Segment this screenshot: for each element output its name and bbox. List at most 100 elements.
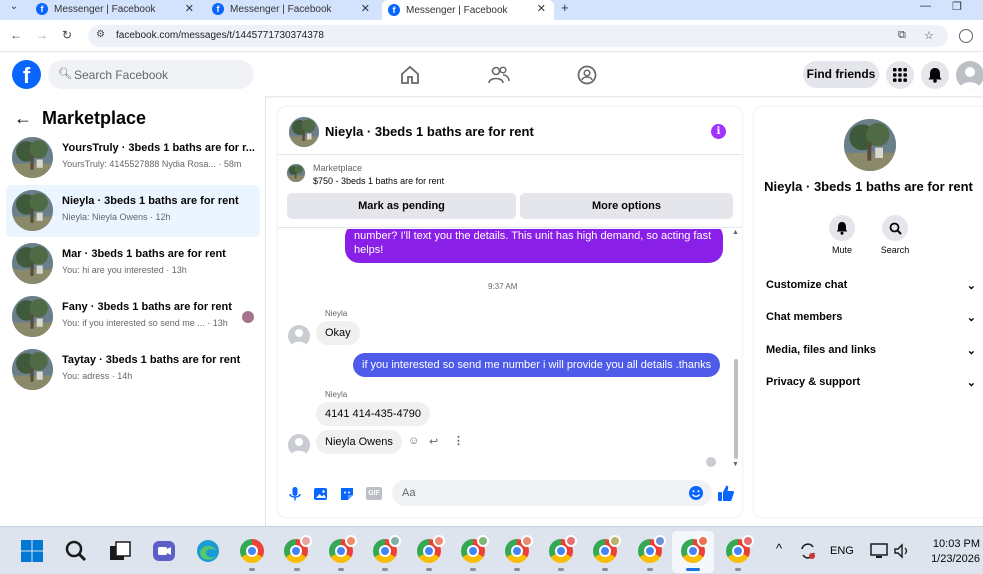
menu-grid-button[interactable] xyxy=(886,61,914,89)
volume-speaker-icon[interactable] xyxy=(893,542,911,560)
scrollbar-thumb[interactable] xyxy=(734,359,738,459)
facebook-search-box[interactable]: 🔍︎ xyxy=(48,60,254,89)
chrome-browser-icon[interactable] xyxy=(240,539,264,563)
scroll-up-icon[interactable]: ▲ xyxy=(732,229,739,236)
gif-icon[interactable]: GIF xyxy=(366,487,382,500)
new-tab-plus-icon[interactable]: + xyxy=(561,0,569,15)
media-files-links-section[interactable]: Media, files and links ⌄ xyxy=(766,344,976,364)
message-scrollbar[interactable]: ▲ ▼ xyxy=(732,229,740,473)
chrome-profile-icon[interactable] xyxy=(329,535,357,563)
chrome-profile-icon[interactable] xyxy=(373,535,401,563)
reload-icon[interactable]: ↻ xyxy=(62,28,72,42)
conversation-item[interactable]: YoursTruly · 3beds 1 baths are for r... … xyxy=(6,132,260,184)
chrome-profile-icon-active[interactable] xyxy=(681,535,709,563)
chat-header-avatar[interactable] xyxy=(289,117,319,147)
back-arrow-icon[interactable]: ← xyxy=(14,108,32,129)
listing-thumbnail[interactable] xyxy=(287,164,305,182)
facebook-search-input[interactable] xyxy=(74,66,244,83)
mark-as-pending-button[interactable]: Mark as pending xyxy=(287,193,516,219)
profile-avatar[interactable] xyxy=(956,61,983,89)
browser-tab-3-active[interactable]: f Messenger | Facebook ✕ xyxy=(382,0,554,20)
chevron-down-icon: ⌄ xyxy=(966,312,976,324)
forward-arrow-icon[interactable]: → xyxy=(36,28,48,42)
home-icon[interactable] xyxy=(399,65,421,85)
conversation-item-active[interactable]: Nieyla · 3beds 1 baths are for rent Niey… xyxy=(6,185,260,237)
close-tab-icon[interactable]: ✕ xyxy=(185,2,194,15)
conversation-item[interactable]: Mar · 3beds 1 baths are for rent You: hi… xyxy=(6,238,260,290)
incoming-message-bubble[interactable]: 4141 414-435-4790 xyxy=(316,402,431,426)
bookmark-star-icon[interactable]: ☆ xyxy=(924,29,934,42)
more-options-button[interactable]: More options xyxy=(520,193,733,219)
minimize-window-icon[interactable]: — xyxy=(920,0,931,12)
monitor-network-icon[interactable] xyxy=(870,542,888,560)
chat-title[interactable]: Nieyla · 3beds 1 baths are for rent xyxy=(325,124,534,139)
edge-browser-icon[interactable] xyxy=(196,539,220,563)
incoming-message-bubble[interactable]: Nieyla Owens xyxy=(316,430,402,454)
person-silhouette-icon xyxy=(960,67,980,89)
search-icon[interactable] xyxy=(64,539,88,563)
close-tab-icon[interactable]: ✕ xyxy=(537,2,546,15)
photo-gallery-icon[interactable] xyxy=(313,486,329,502)
sync-icon[interactable] xyxy=(798,541,818,561)
outgoing-message-bubble[interactable]: number? I'll text you the details. This … xyxy=(345,229,723,263)
more-vertical-icon[interactable]: ⋮ xyxy=(453,434,464,447)
thumbs-up-like-icon[interactable] xyxy=(717,484,735,502)
tree-photo-icon xyxy=(12,137,53,178)
search-action[interactable]: Search xyxy=(870,215,920,255)
url-omnibox[interactable]: ⚙ facebook.com/messages/t/14457717303743… xyxy=(88,25,948,47)
notifications-button[interactable] xyxy=(921,61,949,89)
privacy-support-section[interactable]: Privacy & support ⌄ xyxy=(766,376,976,396)
facebook-logo-icon[interactable]: f xyxy=(12,60,41,89)
groups-icon[interactable] xyxy=(576,65,598,85)
chat-header: Nieyla · 3beds 1 baths are for rent i xyxy=(278,107,742,155)
back-arrow-icon[interactable]: ← xyxy=(10,28,22,42)
chat-members-section[interactable]: Chat members ⌄ xyxy=(766,311,976,331)
chrome-profile-icon[interactable] xyxy=(417,535,445,563)
find-friends-button[interactable]: Find friends xyxy=(803,61,879,88)
chrome-profile-icon[interactable] xyxy=(593,535,621,563)
restore-window-icon[interactable]: ❐ xyxy=(952,0,962,13)
search-in-chat-button[interactable] xyxy=(882,215,908,241)
site-info-icon[interactable]: ⚙ xyxy=(96,29,105,40)
scroll-down-icon[interactable]: ▼ xyxy=(732,461,739,468)
listing-price-title[interactable]: $750 - 3beds 1 baths are for rent xyxy=(313,176,444,186)
chrome-profile-icon[interactable] xyxy=(638,535,666,563)
browser-tab-2[interactable]: f Messenger | Facebook ✕ xyxy=(206,0,378,18)
message-input[interactable] xyxy=(392,480,712,506)
sticker-icon[interactable] xyxy=(339,486,355,502)
outgoing-message-bubble[interactable]: if you interested so send me number i wi… xyxy=(353,353,721,377)
emoji-smiley-icon[interactable] xyxy=(688,485,704,501)
chrome-profile-icon[interactable] xyxy=(284,535,312,563)
url-text[interactable]: facebook.com/messages/t/1445771730374378 xyxy=(116,30,324,41)
windows-start-icon[interactable] xyxy=(20,539,44,563)
mute-button[interactable] xyxy=(829,215,855,241)
system-clock[interactable]: 10:03 PM 1/23/2026 xyxy=(920,537,980,567)
incoming-message-bubble[interactable]: Okay xyxy=(316,321,360,345)
react-emoji-icon[interactable]: ☺ xyxy=(408,435,419,447)
browser-tab-1[interactable]: f Messenger | Facebook ✕ xyxy=(30,0,202,18)
customize-chat-section[interactable]: Customize chat ⌄ xyxy=(766,279,976,299)
sender-avatar[interactable] xyxy=(288,325,310,347)
chrome-profile-icon[interactable] xyxy=(505,535,533,563)
conversation-avatar xyxy=(12,349,53,390)
conversation-info-icon[interactable]: i xyxy=(711,124,726,139)
chrome-profile-icon[interactable] xyxy=(461,535,489,563)
reply-arrow-icon[interactable]: ↩ xyxy=(429,435,438,448)
chrome-profile-icon[interactable] xyxy=(726,535,754,563)
mute-action[interactable]: Mute xyxy=(817,215,867,255)
teams-meet-icon[interactable] xyxy=(152,539,176,563)
conversation-item[interactable]: Taytay · 3beds 1 baths are for rent You:… xyxy=(6,344,260,396)
browser-profile-icon[interactable] xyxy=(959,29,973,43)
language-indicator[interactable]: ENG xyxy=(830,545,854,557)
show-hidden-icons-chevron-icon[interactable]: ^ xyxy=(776,541,782,556)
friends-icon[interactable] xyxy=(488,65,510,85)
microphone-icon[interactable] xyxy=(287,486,303,502)
chrome-profile-icon[interactable] xyxy=(549,535,577,563)
conversation-item[interactable]: Fany · 3beds 1 baths are for rent You: i… xyxy=(6,291,260,343)
tab-search-chevron-icon[interactable]: ⌄ xyxy=(4,0,24,14)
close-tab-icon[interactable]: ✕ xyxy=(361,2,370,15)
install-app-icon[interactable]: ⧉ xyxy=(898,29,906,42)
details-avatar[interactable] xyxy=(844,119,896,171)
sender-avatar[interactable] xyxy=(288,434,310,456)
task-view-icon[interactable] xyxy=(108,539,132,563)
